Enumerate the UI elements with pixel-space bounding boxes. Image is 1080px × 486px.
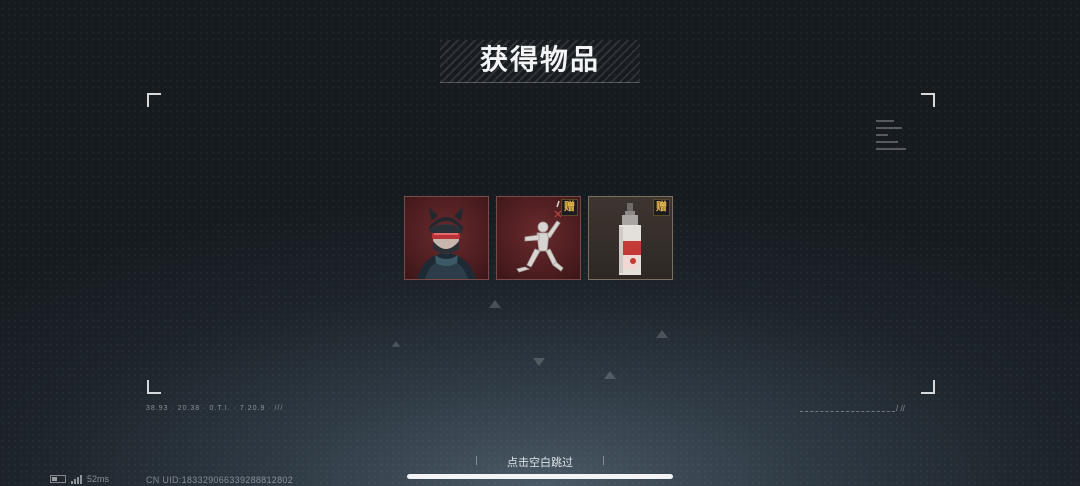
gift-badge: 赠 xyxy=(653,199,670,216)
battery-icon xyxy=(50,475,66,483)
status-readout: 38.93 · 20.38 · 0.T.I. · 7.20.9 · /// xyxy=(146,405,284,412)
decor-triangle-icon xyxy=(489,300,501,308)
frame-corner xyxy=(147,380,161,394)
dashed-divider xyxy=(800,411,895,412)
frame-corner xyxy=(921,93,935,107)
home-indicator[interactable] xyxy=(407,474,673,479)
gift-badge: 赠 xyxy=(561,199,578,216)
decor-triangle-icon xyxy=(604,371,616,379)
frame-corner xyxy=(147,93,161,107)
signal-icon xyxy=(71,474,82,484)
reward-item[interactable] xyxy=(404,196,489,280)
decor-triangle-icon xyxy=(533,358,545,366)
side-deco-lines xyxy=(876,120,910,155)
reward-item[interactable]: 赠 xyxy=(588,196,673,280)
reward-item[interactable]: 赠 xyxy=(496,196,581,280)
decor-triangle-icon xyxy=(391,341,401,347)
skip-bracket xyxy=(603,456,604,465)
page-title: 获得物品 xyxy=(479,43,600,76)
ping-value: 52ms xyxy=(87,474,110,484)
reward-items: 赠 赠 xyxy=(404,196,673,280)
skip-hint[interactable]: 点击空白跳过 xyxy=(476,454,604,470)
slash-decor: / // xyxy=(896,404,905,413)
frame-corner xyxy=(921,380,935,394)
network-status: 52ms xyxy=(50,474,109,484)
decor-triangle-icon xyxy=(656,330,668,338)
character-portrait-icon xyxy=(417,207,476,279)
player-uid: CN UID:183329066339288812802 xyxy=(146,475,294,485)
